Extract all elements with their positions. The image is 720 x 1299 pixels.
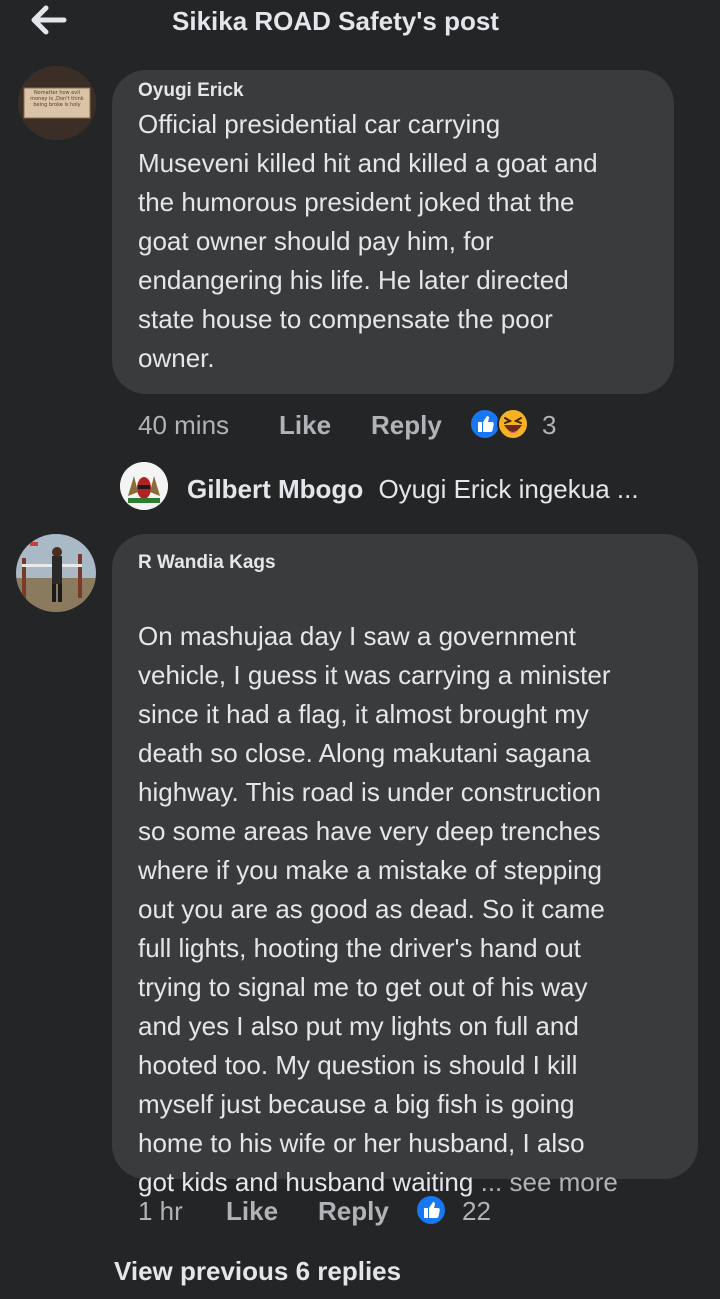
reactions-summary[interactable]: 3: [468, 407, 568, 443]
avatar[interactable]: [120, 462, 168, 510]
comment-time[interactable]: 1 hr: [138, 1196, 183, 1227]
avatar-sign-text: Nomatter how evil money is ,Don't think …: [30, 90, 84, 108]
reply-text: Oyugi Erick ingekua ...: [378, 474, 639, 504]
avatar[interactable]: Nomatter how evil money is ,Don't think …: [18, 66, 96, 140]
like-button[interactable]: Like: [279, 410, 331, 441]
reply-button[interactable]: Reply: [318, 1196, 389, 1227]
comment-text: Official presidential car carrying Musev…: [138, 109, 598, 373]
top-bar: Sikika ROAD Safety's post: [0, 0, 720, 50]
comment-author[interactable]: R Wandia Kags: [138, 552, 276, 574]
comment-author[interactable]: Oyugi Erick: [138, 80, 244, 102]
reply-button[interactable]: Reply: [371, 410, 442, 441]
comment-time[interactable]: 40 mins: [138, 410, 229, 441]
like-button[interactable]: Like: [226, 1196, 278, 1227]
back-arrow-icon: [31, 5, 67, 35]
comment-text-wrapper: On mashujaa day I saw a government vehic…: [138, 578, 693, 1202]
reactions-summary[interactable]: 22: [414, 1193, 514, 1229]
reaction-count: 22: [462, 1196, 491, 1226]
page-title: Sikika ROAD Safety's post: [172, 6, 499, 36]
avatar[interactable]: [16, 534, 96, 612]
coat-of-arms-icon: [120, 462, 168, 510]
like-icon: [415, 1194, 447, 1226]
reaction-count: 3: [542, 410, 557, 440]
reply-preview[interactable]: Gilbert Mbogo Oyugi Erick ingekua ...: [187, 474, 639, 505]
back-button[interactable]: [28, 2, 68, 38]
view-previous-replies-link[interactable]: View previous 6 replies: [114, 1256, 401, 1287]
reply-author[interactable]: Gilbert Mbogo: [187, 474, 363, 504]
comment-text: On mashujaa day I saw a government vehic…: [138, 621, 611, 1197]
laugh-icon: [497, 408, 529, 440]
